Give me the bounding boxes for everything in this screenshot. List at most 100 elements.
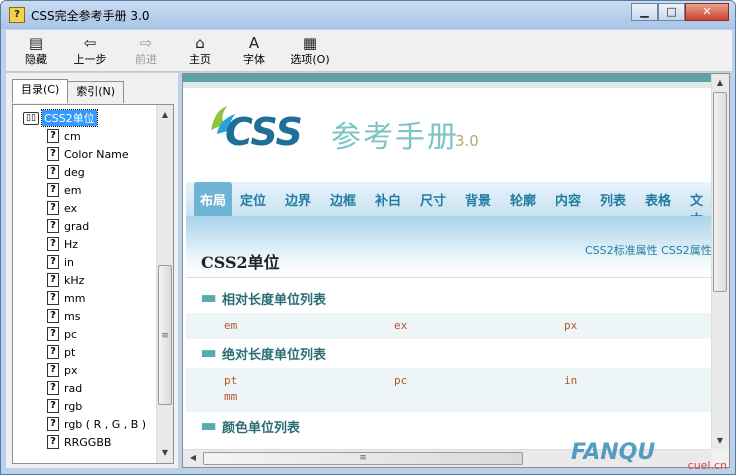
help-page-icon: ? [47,417,59,431]
forward-label: 前进 [135,53,157,66]
tree-item[interactable]: ? Hz [13,235,155,253]
tree-item[interactable]: ? rgb ( R , G , B ) [13,415,155,433]
logo-version: 3.0 [455,132,479,150]
tree-item-label: rad [64,381,83,395]
unit-link[interactable]: ex [394,319,407,332]
app-window: ? CSS完全参考手册 3.0 ▁ □ ✕ ▤ 隐藏 ⇦ 上一步 ⇨ 前进 ⌂ … [0,0,736,475]
unit-link[interactable]: pt [224,374,237,387]
section-title: 绝对长度单位列表 [222,348,327,363]
nav-item[interactable]: 内容 [555,190,581,209]
tree-item[interactable]: ? kHz [13,271,155,289]
tree-item[interactable]: ? ex [13,199,155,217]
category-nav: 布局定位边界边框补白尺寸背景轮廓内容列表表格文本 [186,182,712,228]
close-button[interactable]: ✕ [685,3,729,21]
tree-item[interactable]: ? deg [13,163,155,181]
section-heading: ■■ 颜色单位列表 [201,417,300,436]
back-label: 上一步 [73,53,107,66]
nav-item[interactable]: 表格 [645,190,671,209]
nav-item[interactable]: 尺寸 [420,190,446,209]
scroll-thumb[interactable] [713,92,727,292]
font-button[interactable]: A 字体 [228,33,280,71]
help-page: CSS 参考手册 3.0 布局定位边界边框补白尺寸背景轮廓内容列表表格文本 CS… [183,74,712,450]
unit-list: pt pc in mm [186,368,712,412]
scroll-left-icon[interactable]: ◀ [185,450,201,466]
help-book-icon: ? [9,7,25,23]
tree-item-label: Color Name [64,147,129,161]
hide-button[interactable]: ▤ 隐藏 [10,33,62,71]
tree-item[interactable]: ? pc [13,325,155,343]
bullet-icon: ■■ [201,421,216,432]
arrow-left-icon: ⇦ [83,34,97,52]
logo-title-text: 参考手册 [331,120,459,155]
unit-link[interactable]: in [564,374,577,387]
tab-index[interactable]: 索引(N) [67,81,125,103]
unit-link[interactable]: pc [394,374,407,387]
scroll-thumb[interactable]: ≡ [203,452,523,465]
help-page-icon: ? [47,309,59,323]
logo-css-text: CSS [225,110,303,154]
hide-label: 隐藏 [25,53,47,66]
help-page-icon: ? [47,363,59,377]
watermark-text: FANQU [571,440,656,465]
options-label: 选项(O) [290,53,330,66]
tree-item-label: kHz [64,273,85,287]
section-title: 颜色单位列表 [222,421,301,436]
tree-item-label: grad [64,219,90,233]
tree-item[interactable]: ? rad [13,379,155,397]
tree-item-label: pc [64,327,78,341]
tree-item[interactable]: ? Color Name [13,145,155,163]
help-page-icon: ? [47,165,59,179]
options-button[interactable]: ▦ 选项(O) [284,33,336,71]
nav-item[interactable]: 补白 [375,190,401,209]
nav-item[interactable]: 边界 [285,190,311,209]
help-page-icon: ? [47,219,59,233]
nav-item[interactable]: 列表 [600,190,626,209]
scroll-down-icon[interactable]: ▼ [157,445,173,461]
tree-item[interactable]: ? cm [13,127,155,145]
tree-item[interactable]: ? in [13,253,155,271]
home-icon: ⌂ [195,34,205,52]
unit-link[interactable]: px [564,319,577,332]
bullet-icon: ■■ [201,348,216,359]
watermark-sub: cuel.cn [687,459,727,472]
tree-item[interactable]: ? ms [13,307,155,325]
back-button[interactable]: ⇦ 上一步 [64,33,116,71]
maximize-button[interactable]: □ [658,3,685,21]
help-page-icon: ? [47,327,59,341]
unit-link[interactable]: em [224,319,237,332]
tree-item-label: mm [64,291,86,305]
nav-item[interactable]: 边框 [330,190,356,209]
scroll-thumb[interactable]: ≡ [158,265,172,405]
scroll-up-icon[interactable]: ▲ [712,75,728,91]
tree-item[interactable]: ? rgb [13,397,155,415]
tree-item-root[interactable]: ▯▯ CSS2单位 [13,109,155,127]
nav-item[interactable]: 轮廓 [510,190,536,209]
home-button[interactable]: ⌂ 主页 [174,33,226,71]
tree-item[interactable]: ? mm [13,289,155,307]
nav-item[interactable]: 布局 [194,182,233,216]
help-page-icon: ? [47,255,59,269]
section-heading: ■■ 绝对长度单位列表 [201,344,326,363]
tree-item[interactable]: ? px [13,361,155,379]
tree-scrollbar[interactable]: ▲ ≡ ▼ [156,105,173,463]
tree-item-label: CSS2单位 [41,109,98,127]
tree-item-label: Hz [64,237,79,251]
tree-item[interactable]: ? RRGGBB [13,433,155,451]
tree-item[interactable]: ? em [13,181,155,199]
minimize-button[interactable]: ▁ [631,3,658,21]
unit-link[interactable]: mm [224,390,237,403]
tab-contents[interactable]: 目录(C) [12,79,69,103]
hide-pane-icon: ▤ [28,34,44,52]
forward-button[interactable]: ⇨ 前进 [120,33,172,71]
nav-item[interactable]: 定位 [240,190,266,209]
tree-item-label: rgb ( R , G , B ) [64,417,147,431]
scroll-up-icon[interactable]: ▲ [157,107,173,123]
tree-item[interactable]: ? pt [13,343,155,361]
content-vertical-scrollbar[interactable]: ▲ ▼ [711,74,729,450]
tree-item[interactable]: ? grad [13,217,155,235]
nav-item[interactable]: 背景 [465,190,491,209]
header-strip-light [183,82,712,88]
section-heading: ■■ 相对长度单位列表 [201,289,326,308]
attribute-links[interactable]: CSS2标准属性 CSS2属性 [585,242,712,258]
help-page-icon: ? [47,273,59,287]
